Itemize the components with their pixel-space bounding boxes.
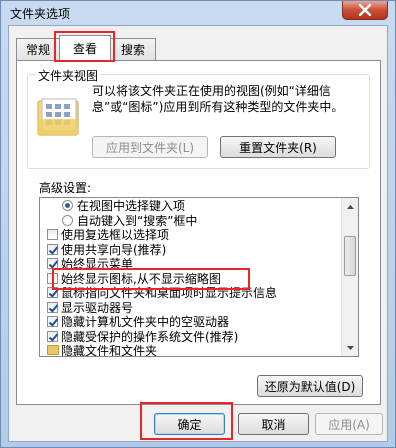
button-label: 确定 bbox=[177, 417, 202, 432]
dialog-client-area: 常规 查看 搜索 文件夹视图 可以将该文件夹正在使用的视图(例如“详细信息”或“… bbox=[8, 25, 388, 442]
chevron-down-icon bbox=[347, 345, 354, 350]
tab-search[interactable]: 搜索 bbox=[110, 38, 156, 60]
checkbox[interactable] bbox=[47, 229, 58, 240]
cancel-button[interactable]: 取消 bbox=[238, 413, 309, 435]
button-label: 重置文件夹(R) bbox=[239, 140, 317, 155]
apply-button[interactable]: 应用(A) bbox=[315, 413, 383, 435]
restore-defaults-button[interactable]: 还原为默认值(D) bbox=[257, 375, 363, 397]
setting-label: 隐藏计算机文件夹中的空驱动器 bbox=[61, 315, 230, 329]
setting-label: 隐藏文件和文件夹 bbox=[61, 344, 158, 357]
checkbox[interactable] bbox=[47, 243, 58, 255]
tab-label: 查看 bbox=[72, 42, 97, 56]
folder-views-description: 可以将该文件夹正在使用的视图(例如“详细信息”或“图标”)应用到所有这种类型的文… bbox=[92, 84, 344, 114]
folder-views-title: 文件夹视图 bbox=[36, 67, 101, 84]
window-title: 文件夹选项 bbox=[10, 7, 71, 21]
tab-view[interactable]: 查看 bbox=[59, 35, 111, 61]
setting-label: 使用共享向导(推荐) bbox=[61, 242, 167, 257]
button-label: 应用(A) bbox=[328, 417, 370, 432]
setting-label: 在视图中选择键入项 bbox=[77, 199, 186, 213]
ok-button[interactable]: 确定 bbox=[154, 413, 225, 435]
radio-button[interactable] bbox=[62, 214, 73, 226]
folder-options-window: 文件夹选项 常规 查看 搜索 文件夹视图 可以将该文件夹正在使用的视图(例如“详… bbox=[0, 0, 396, 448]
folder-icon bbox=[47, 345, 59, 355]
scroll-up-button[interactable] bbox=[344, 199, 357, 214]
tab-general[interactable]: 常规 bbox=[16, 38, 60, 60]
setting-label: 使用复选框以选择项 bbox=[61, 228, 170, 242]
view-tab-panel: 文件夹视图 可以将该文件夹正在使用的视图(例如“详细信息”或“图标”)应用到所有… bbox=[16, 60, 381, 405]
reset-folders-button[interactable]: 重置文件夹(R) bbox=[220, 136, 336, 158]
button-label: 应用到文件夹(L) bbox=[105, 140, 195, 155]
folder-views-group: 文件夹视图 可以将该文件夹正在使用的视图(例如“详细信息”或“图标”)应用到所有… bbox=[27, 67, 370, 169]
title-bar[interactable]: 文件夹选项 bbox=[1, 1, 395, 25]
setting-label: 始终显示图标,从不显示缩略图 bbox=[61, 271, 221, 286]
close-button[interactable] bbox=[342, 1, 388, 20]
scroll-down-button[interactable] bbox=[344, 340, 357, 355]
advanced-settings-list[interactable]: 在视图中选择键入项 自动键入到“搜索”框中 使用复选框以选择项 使用共享向导(推荐) 始… bbox=[39, 197, 359, 357]
setting-label: 始终显示菜单 bbox=[61, 257, 134, 271]
folder-view-icon bbox=[37, 98, 79, 136]
checkbox[interactable] bbox=[47, 301, 58, 313]
close-icon bbox=[358, 4, 372, 16]
radio-button[interactable] bbox=[62, 200, 73, 211]
setting-label: 自动键入到“搜索”框中 bbox=[77, 213, 198, 228]
advanced-settings-label: 高级设置: bbox=[39, 181, 92, 195]
checkbox[interactable] bbox=[47, 330, 58, 342]
checkbox[interactable] bbox=[47, 272, 58, 284]
setting-label: 隐藏受保护的操作系统文件(推荐) bbox=[61, 329, 239, 344]
setting-label: 显示驱动器号 bbox=[61, 300, 134, 315]
checkbox[interactable] bbox=[47, 316, 58, 327]
button-label: 取消 bbox=[261, 417, 286, 432]
apply-to-folders-button[interactable]: 应用到文件夹(L) bbox=[92, 136, 208, 158]
tab-label: 常规 bbox=[25, 43, 50, 57]
scrollbar-thumb[interactable] bbox=[344, 236, 356, 276]
vertical-scrollbar[interactable] bbox=[341, 198, 358, 356]
checkbox[interactable] bbox=[47, 287, 58, 298]
button-label: 还原为默认值(D) bbox=[264, 379, 356, 394]
chevron-up-icon bbox=[347, 204, 354, 209]
checkbox[interactable] bbox=[47, 258, 58, 269]
setting-label: 鼠标指向文件夹和桌面项时显示提示信息 bbox=[61, 286, 278, 300]
tab-label: 搜索 bbox=[120, 43, 145, 57]
